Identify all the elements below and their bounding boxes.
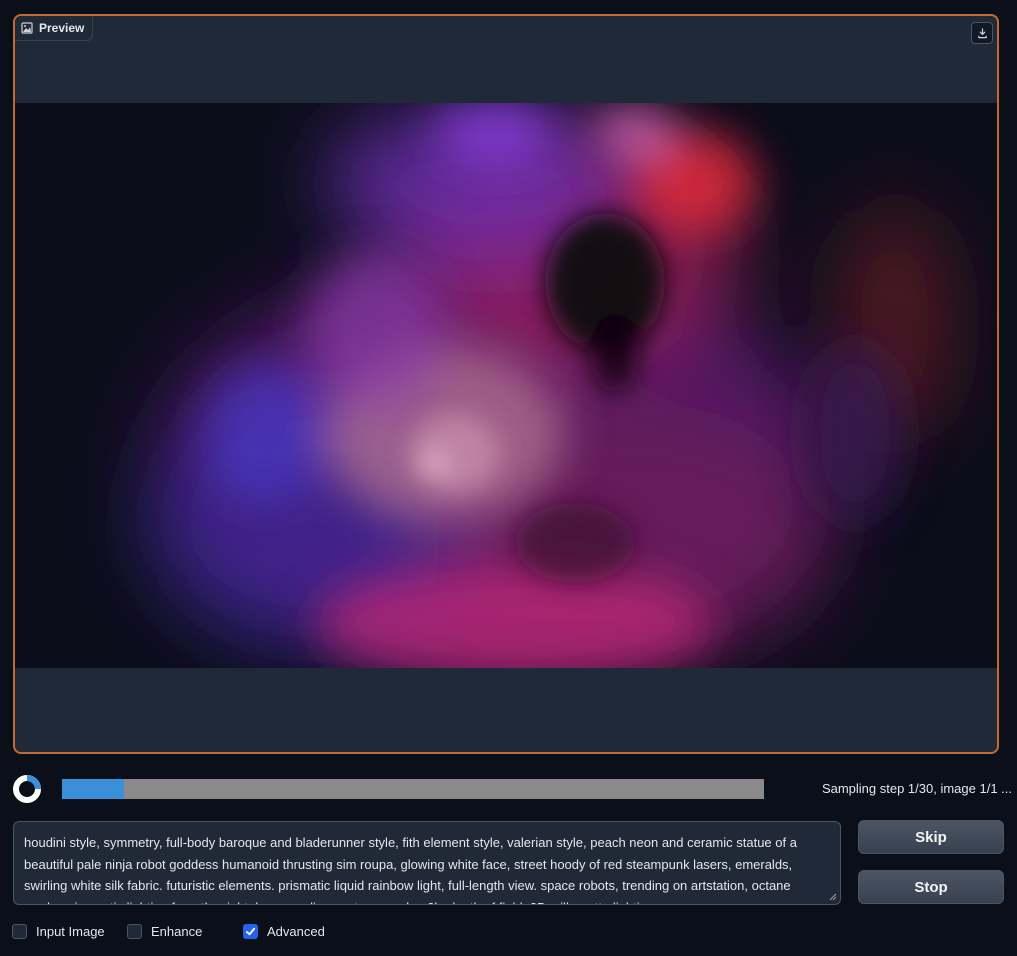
advanced-label: Advanced: [267, 924, 325, 939]
loading-spinner-icon: [13, 775, 41, 803]
enhance-label: Enhance: [151, 924, 203, 939]
prompt-textarea[interactable]: houdini style, symmetry, full-body baroq…: [13, 821, 841, 905]
prompt-text: houdini style, symmetry, full-body baroq…: [24, 835, 797, 904]
preview-panel: Preview: [13, 14, 999, 754]
download-button[interactable]: [971, 22, 993, 44]
input-image-label: Input Image: [36, 924, 105, 939]
input-image-checkbox[interactable]: [12, 924, 27, 939]
advanced-checkbox[interactable]: [243, 924, 258, 939]
resize-handle-icon[interactable]: [829, 893, 837, 901]
progress-bar-fill: [62, 779, 124, 799]
preview-label: Preview: [15, 16, 94, 41]
progress-status-text: Sampling step 1/30, image 1/1 ...: [821, 781, 1012, 796]
download-icon: [977, 27, 987, 38]
preview-label-text: Preview: [39, 21, 85, 35]
advanced-option[interactable]: Advanced: [243, 924, 325, 939]
progress-bar: [62, 779, 764, 799]
skip-button[interactable]: Skip: [858, 820, 1004, 854]
enhance-option[interactable]: Enhance: [127, 924, 202, 939]
image-icon: [21, 22, 33, 34]
checkmark-icon: [245, 927, 256, 936]
enhance-checkbox[interactable]: [127, 924, 142, 939]
generated-image: [15, 103, 997, 668]
input-image-option[interactable]: Input Image: [12, 924, 105, 939]
stop-button[interactable]: Stop: [858, 870, 1004, 904]
